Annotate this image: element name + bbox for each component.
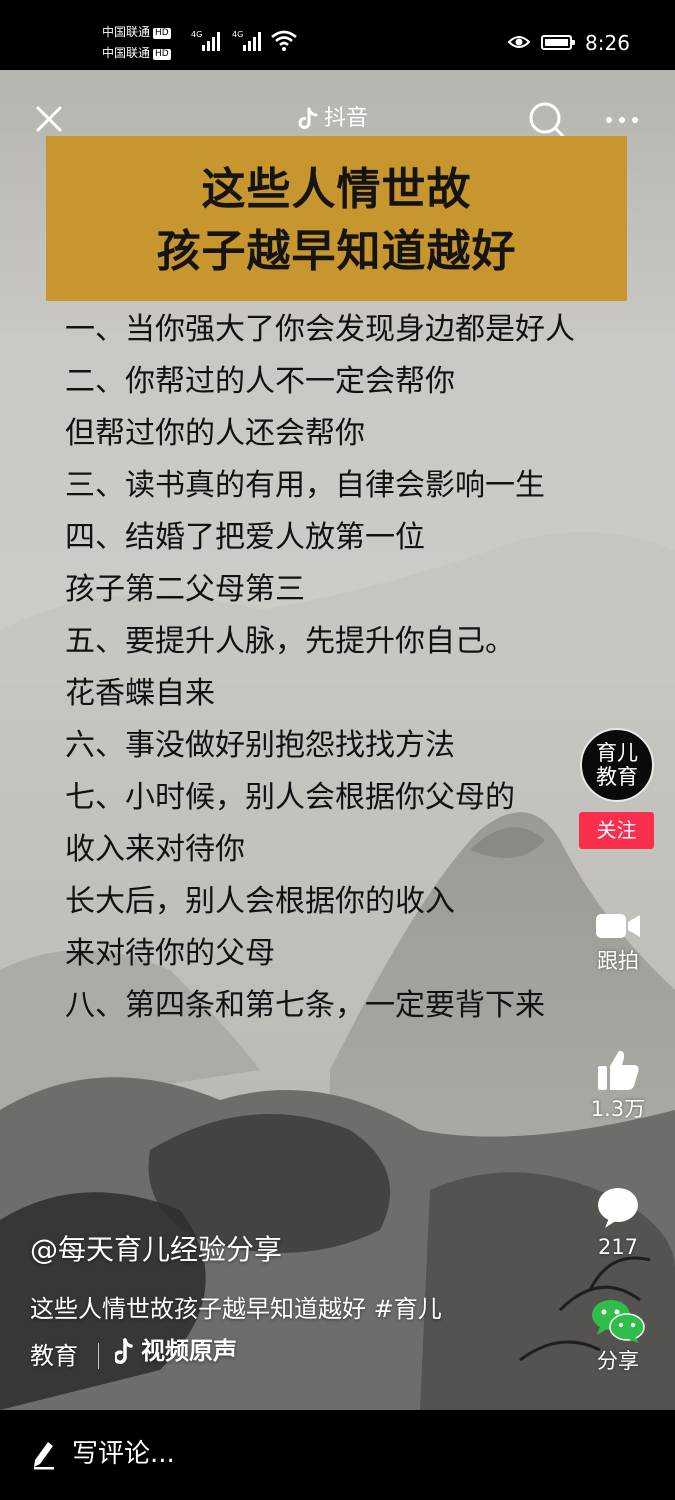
- duet-label: 跟拍: [597, 949, 639, 973]
- thumbs-up-icon: [598, 1050, 639, 1090]
- share-button[interactable]: 分享: [578, 1298, 658, 1374]
- title-line-1: 这些人情世故: [201, 164, 472, 215]
- music-label: 视频原声: [141, 1337, 237, 1365]
- pen-icon: [34, 1442, 54, 1470]
- music-link[interactable]: 视频原声: [115, 1330, 237, 1372]
- carrier-label-1: 中国联通 HD: [102, 25, 171, 39]
- wechat-icon: [592, 1300, 645, 1343]
- share-label: 分享: [597, 1349, 639, 1373]
- like-count: 1.3万: [590, 1097, 646, 1121]
- hashtag-link[interactable]: #育儿: [374, 1295, 442, 1323]
- caption-line-1: 这些人情世故孩子越早知道越好 #育儿: [30, 1288, 570, 1330]
- status-bar: 中国联通 HD 中国联通 HD 4G 4G 8:26: [0, 0, 675, 70]
- content-list: 一、当你强大了你会发现身边都是好人 二、你帮过的人不一定会帮你 但帮过你的人还会…: [65, 304, 575, 1032]
- content-line: 七、小时候，别人会根据你父母的: [65, 780, 515, 815]
- comment-input-bar[interactable]: 写评论...: [0, 1410, 675, 1500]
- content-line: 八、第四条和第七条，一定要背下来: [65, 988, 545, 1023]
- content-line: 但帮过你的人还会帮你: [65, 416, 365, 451]
- content-line: 五、要提升人脉，先提升你自己。: [65, 624, 515, 659]
- content-line: 二、你帮过的人不一定会帮你: [65, 364, 455, 399]
- content-line: 花香蝶自来: [65, 676, 215, 711]
- wifi-icon: [271, 30, 297, 51]
- title-line-2: 孩子越早知道越好: [156, 226, 517, 277]
- caption-line-2: 教育 视频原声: [30, 1330, 570, 1377]
- follow-button[interactable]: 关注: [579, 812, 654, 849]
- hd-badge: HD: [153, 28, 171, 39]
- duet-button[interactable]: 跟拍: [578, 908, 658, 974]
- carrier-label-2: 中国联通 HD: [102, 46, 171, 60]
- author-name[interactable]: @每天育儿经验分享: [30, 1230, 282, 1270]
- content-line: 孩子第二父母第三: [65, 572, 305, 607]
- content-line: 长大后，别人会根据你的收入: [65, 884, 455, 919]
- content-line: 三、读书真的有用，自律会影响一生: [65, 468, 545, 503]
- more-icon[interactable]: [604, 108, 640, 132]
- content-line: 一、当你强大了你会发现身边都是好人: [65, 312, 575, 347]
- clock: 8:26: [585, 31, 630, 55]
- comment-button[interactable]: 217: [578, 1186, 658, 1260]
- battery-icon: [541, 35, 575, 50]
- comment-icon: [598, 1188, 638, 1228]
- video-player[interactable]: 抖音 这些人情世故 孩子越早知道越好 一、当你强大了你会发现身边都是好人 二、你…: [0, 70, 675, 1410]
- hd-badge: HD: [153, 49, 171, 60]
- caption-text: 这些人情世故孩子越早知道越好: [30, 1295, 374, 1323]
- content-line: 四、结婚了把爱人放第一位: [65, 520, 425, 555]
- avatar[interactable]: 育儿 教育: [580, 728, 654, 802]
- search-icon[interactable]: [527, 100, 567, 140]
- like-button[interactable]: 1.3万: [578, 1048, 658, 1122]
- content-line: 收入来对待你: [65, 832, 245, 867]
- close-icon[interactable]: [30, 100, 68, 138]
- comment-count: 217: [597, 1235, 639, 1259]
- app-title-text: 抖音: [324, 106, 369, 131]
- divider: [98, 1343, 99, 1369]
- avatar-text-line-2: 教育: [596, 765, 638, 789]
- music-note-icon: [115, 1338, 133, 1364]
- avatar-text-line-1: 育儿: [596, 741, 638, 765]
- content-line: 六、事没做好别抱怨找找方法: [65, 728, 455, 763]
- eye-icon: [508, 36, 530, 48]
- title-banner: 这些人情世故 孩子越早知道越好: [46, 136, 627, 301]
- video-caption: 这些人情世故孩子越早知道越好 #育儿 教育 视频原声: [30, 1288, 570, 1377]
- comment-placeholder: 写评论...: [72, 1439, 175, 1469]
- camera-icon: [596, 914, 640, 938]
- tiktok-logo-icon: [298, 107, 318, 129]
- hashtag-link-continued[interactable]: 教育: [30, 1342, 78, 1370]
- content-line: 来对待你的父母: [65, 936, 275, 971]
- app-title: 抖音: [298, 106, 368, 132]
